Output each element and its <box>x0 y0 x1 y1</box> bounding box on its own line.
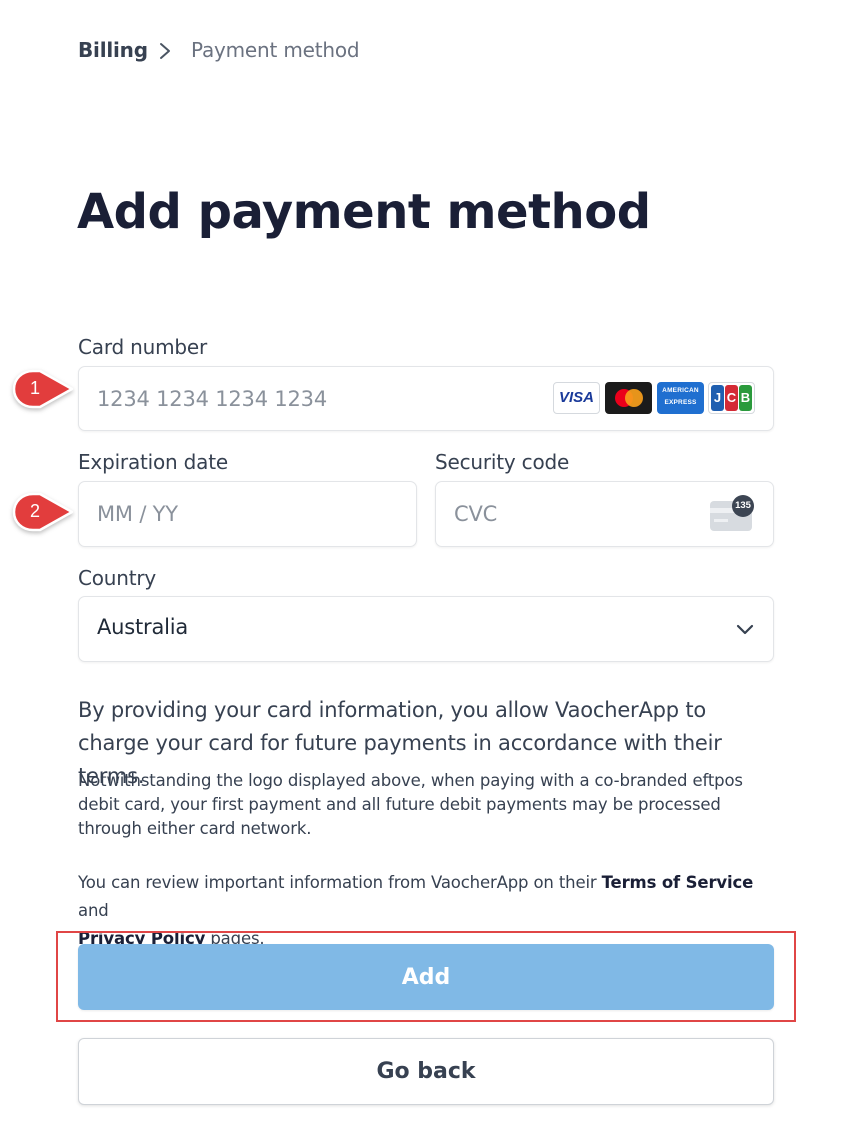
security-code-field[interactable]: 135 <box>435 481 774 547</box>
country-select[interactable]: Australia <box>78 596 774 662</box>
country-label: Country <box>78 566 157 590</box>
expiration-date-label: Expiration date <box>78 450 228 474</box>
chevron-down-icon <box>736 624 754 635</box>
go-back-button[interactable]: Go back <box>78 1038 774 1105</box>
breadcrumb-current: Payment method <box>191 38 360 62</box>
expiration-date-input[interactable] <box>97 482 333 546</box>
security-code-label: Security code <box>435 450 570 474</box>
page-title: Add payment method <box>77 184 651 240</box>
review-and: and <box>78 901 109 920</box>
security-code-input[interactable] <box>454 482 657 546</box>
card-number-field[interactable]: VISA AMERICAN EXPRESS J C B <box>78 366 774 431</box>
callout-1: 1 <box>12 369 74 409</box>
country-selected-value: Australia <box>97 615 189 639</box>
mastercard-icon <box>605 382 652 414</box>
visa-icon: VISA <box>553 382 600 414</box>
add-button-highlight <box>56 931 796 1022</box>
breadcrumb-billing-link[interactable]: Billing <box>78 38 148 62</box>
cvc-card-icon: 135 <box>710 495 754 531</box>
terms-of-service-link[interactable]: Terms of Service <box>602 873 754 892</box>
card-number-input[interactable] <box>97 367 583 430</box>
review-prefix: You can review important information fro… <box>78 873 602 892</box>
card-number-label: Card number <box>78 335 208 359</box>
jcb-icon: J C B <box>708 382 755 414</box>
expiration-date-field[interactable] <box>78 481 417 547</box>
amex-icon: AMERICAN EXPRESS <box>657 382 704 414</box>
callout-2: 2 <box>12 492 74 532</box>
eftpos-notice: Notwithstanding the logo displayed above… <box>78 771 743 838</box>
chevron-right-icon <box>160 43 170 59</box>
